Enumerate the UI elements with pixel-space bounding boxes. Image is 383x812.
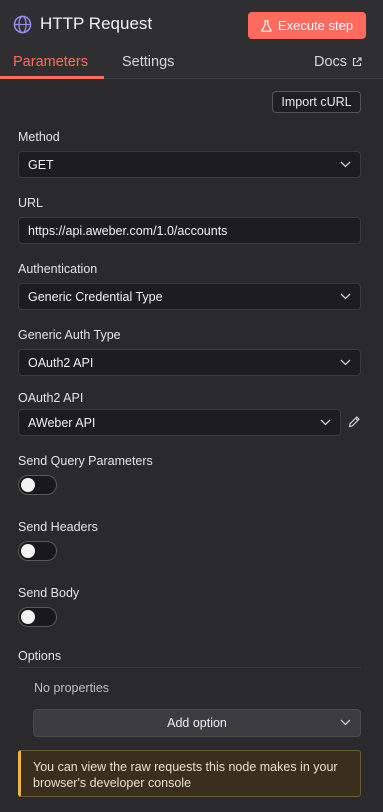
tab-settings[interactable]: Settings (122, 54, 174, 70)
developer-console-notice: You can view the raw requests this node … (18, 750, 361, 797)
authentication-select[interactable]: Generic Credential Type (18, 283, 361, 310)
send-query-toggle[interactable] (18, 475, 57, 495)
pencil-icon[interactable] (348, 415, 361, 428)
generic-auth-type-value: OAuth2 API (28, 355, 94, 370)
add-option-button[interactable]: Add option (33, 709, 361, 737)
method-value: GET (28, 157, 54, 172)
oauth2-api-value: AWeber API (28, 415, 96, 430)
chevron-down-icon (320, 419, 331, 426)
method-label: Method (18, 130, 60, 144)
oauth2-api-select[interactable]: AWeber API (18, 409, 341, 436)
docs-label: Docs (314, 54, 348, 70)
external-link-icon (352, 57, 362, 67)
globe-icon (13, 15, 32, 34)
options-divider (18, 667, 361, 668)
url-label: URL (18, 196, 44, 210)
notice-text: You can view the raw requests this node … (33, 760, 338, 790)
send-headers-label: Send Headers (18, 520, 98, 534)
generic-auth-type-label: Generic Auth Type (18, 328, 121, 342)
execute-step-label: Execute step (277, 18, 354, 33)
import-curl-button[interactable]: Import cURL (272, 91, 361, 113)
toggle-knob (21, 610, 35, 624)
send-headers-toggle[interactable] (18, 541, 57, 561)
node-header: HTTP Request Execute step (0, 0, 383, 50)
tab-docs[interactable]: Docs (314, 54, 362, 70)
chevron-down-icon (340, 719, 351, 726)
parameters-panel (0, 79, 383, 812)
oauth2-api-label: OAuth2 API (18, 391, 84, 405)
toggle-knob (21, 478, 35, 492)
execute-step-button[interactable]: Execute step (248, 12, 366, 39)
no-properties-text: No properties (34, 681, 110, 695)
method-select[interactable]: GET (18, 151, 361, 178)
tab-parameters[interactable]: Parameters (13, 54, 88, 70)
flask-icon (261, 19, 272, 32)
chevron-down-icon (340, 161, 351, 168)
chevron-down-icon (340, 293, 351, 300)
node-title: HTTP Request (40, 14, 153, 33)
options-label: Options (18, 649, 62, 663)
url-input[interactable]: https://api.aweber.com/1.0/accounts (18, 217, 361, 244)
chevron-down-icon (340, 359, 351, 366)
authentication-label: Authentication (18, 262, 98, 276)
toggle-knob (21, 544, 35, 558)
send-body-label: Send Body (18, 586, 80, 600)
url-value: https://api.aweber.com/1.0/accounts (28, 223, 228, 238)
send-query-label: Send Query Parameters (18, 454, 153, 468)
authentication-value: Generic Credential Type (28, 289, 163, 304)
tab-bar: Parameters Settings Docs (0, 50, 383, 79)
generic-auth-type-select[interactable]: OAuth2 API (18, 349, 361, 376)
add-option-label: Add option (167, 716, 227, 730)
send-body-toggle[interactable] (18, 607, 57, 627)
